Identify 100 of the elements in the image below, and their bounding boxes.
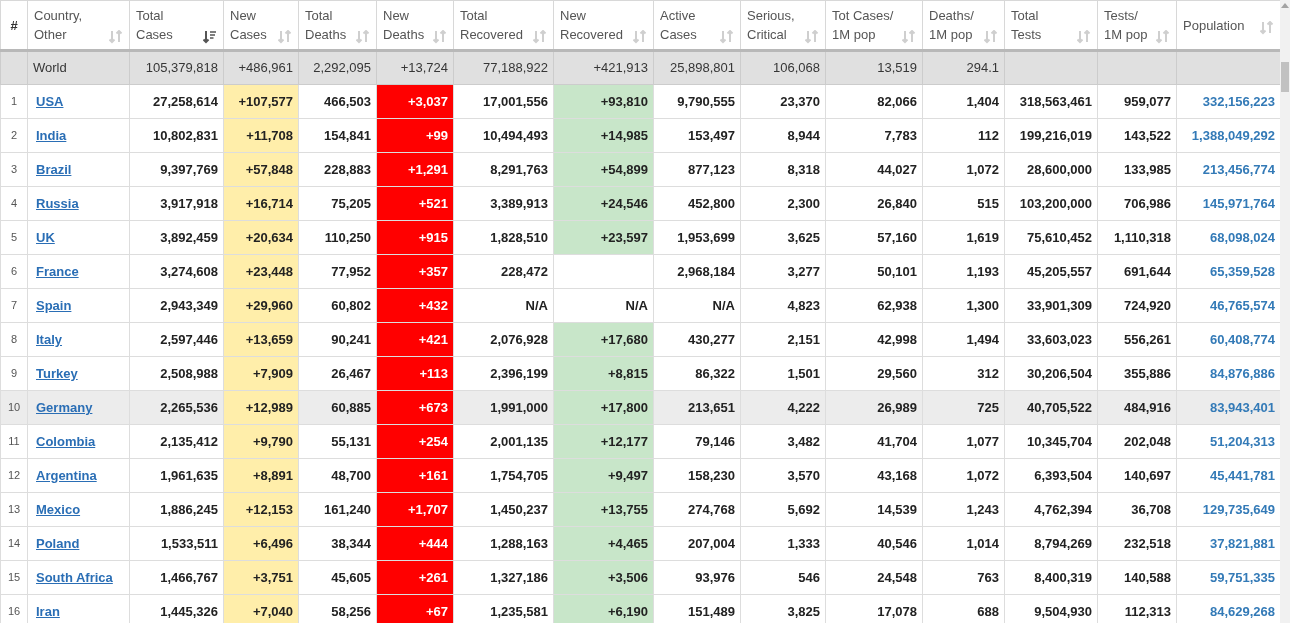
highlighted-cell: +107,577 — [223, 84, 299, 119]
table-cell: 4,823 — [787, 297, 820, 313]
table-cell: 2,943,349 — [160, 297, 218, 313]
table-cell: 10,494,493 — [482, 127, 548, 143]
table-cell: 1,327,186 — [490, 569, 548, 585]
table-cell: 26,467 — [331, 365, 371, 381]
table-cell: 2,076,928 — [490, 331, 548, 347]
highlighted-cell: +13,755 — [553, 492, 654, 527]
table-cell: 3,917,918 — [160, 195, 218, 211]
country-link[interactable]: Iran — [36, 603, 60, 619]
country-link[interactable]: France — [36, 263, 79, 279]
table-cell: 161,240 — [324, 501, 371, 517]
table-cell: 153,497 — [688, 127, 735, 143]
highlighted-cell: +24,546 — [553, 186, 654, 221]
table-cell: 1,991,000 — [490, 399, 548, 415]
table-cell: 1,494 — [966, 331, 999, 347]
table-cell: 82,066 — [877, 93, 917, 109]
table-cell: 45,205,557 — [1026, 263, 1092, 279]
table-cell: 1,300 — [966, 297, 999, 313]
highlighted-cell: +67 — [376, 594, 454, 623]
table-cell: 1,333 — [787, 535, 820, 551]
table-cell: 1,886,245 — [160, 501, 218, 517]
rank-number: 14 — [7, 537, 21, 550]
table-cell: 2,396,199 — [490, 365, 548, 381]
table-cell: 14,539 — [877, 501, 917, 517]
highlighted-cell: +9,497 — [553, 458, 654, 493]
table-cell: 1,450,237 — [490, 501, 548, 517]
table-cell: 93,976 — [695, 569, 735, 585]
table-cell: 2,151 — [787, 331, 820, 347]
table-cell: 228,883 — [324, 161, 371, 177]
table-cell: 86,322 — [695, 365, 735, 381]
table-cell: 60,885 — [331, 399, 371, 415]
table-cell: 33,901,309 — [1026, 297, 1092, 313]
table-cell: 452,800 — [688, 195, 735, 211]
population-value: 65,359,528 — [1209, 263, 1275, 279]
scroll-up-icon[interactable] — [1281, 2, 1289, 8]
table-cell: 3,274,608 — [160, 263, 218, 279]
population-value: 83,943,401 — [1209, 399, 1275, 415]
highlighted-cell: +673 — [376, 390, 454, 425]
table-cell: 959,077 — [1124, 93, 1171, 109]
table-cell: 515 — [977, 195, 999, 211]
country-link[interactable]: Brazil — [36, 161, 72, 177]
population-value: 60,408,774 — [1209, 331, 1275, 347]
table-cell: 62,938 — [877, 297, 917, 313]
table-cell: 312 — [977, 365, 999, 381]
rank-number: 2 — [10, 129, 18, 142]
country-link[interactable]: Russia — [36, 195, 79, 211]
world-total-value: 2,292,095 — [313, 60, 371, 76]
table-cell: 10,345,704 — [1026, 433, 1092, 449]
highlighted-cell: +3,037 — [376, 84, 454, 119]
table-cell: 1,110,318 — [1113, 229, 1171, 245]
country-link[interactable]: Mexico — [36, 501, 81, 517]
scrollbar[interactable] — [1280, 0, 1290, 623]
table-cell: 36,708 — [1131, 501, 1171, 517]
highlighted-cell: +54,899 — [553, 152, 654, 187]
table-cell: 29,560 — [877, 365, 917, 381]
rank-number: 11 — [8, 435, 20, 448]
table-cell: 274,768 — [688, 501, 735, 517]
country-link[interactable]: Poland — [36, 535, 80, 551]
world-total-value: +421,913 — [593, 60, 648, 76]
table-cell: 26,989 — [877, 399, 917, 415]
highlighted-cell: +444 — [376, 526, 454, 561]
country-link[interactable]: Turkey — [36, 365, 78, 381]
table-cell: 140,697 — [1124, 467, 1171, 483]
population-value: 46,765,574 — [1209, 297, 1275, 313]
scrollbar-thumb[interactable] — [1281, 62, 1289, 92]
country-link[interactable]: Spain — [36, 297, 72, 313]
table-cell: 318,563,461 — [1019, 93, 1092, 109]
table-cell: 110,250 — [324, 229, 371, 245]
table-cell: 546 — [798, 569, 820, 585]
table-cell: 3,482 — [787, 433, 820, 449]
highlighted-cell: +6,190 — [553, 594, 654, 623]
country-link[interactable]: UK — [36, 229, 55, 245]
highlighted-cell: +1,291 — [376, 152, 454, 187]
world-total-value: 13,519 — [877, 60, 917, 76]
table-cell: 199,216,019 — [1019, 127, 1092, 143]
table-cell: 140,588 — [1124, 569, 1171, 585]
highlighted-cell: +1,707 — [376, 492, 454, 527]
table-cell: 5,692 — [787, 501, 820, 517]
table-cell: 1,533,511 — [160, 535, 218, 551]
highlighted-cell: +9,790 — [223, 424, 299, 459]
table-cell: 706,986 — [1124, 195, 1171, 211]
table-cell: 75,610,452 — [1026, 229, 1092, 245]
table-cell: 763 — [977, 569, 999, 585]
table-cell: 103,200,000 — [1019, 195, 1092, 211]
table-cell: 28,600,000 — [1026, 161, 1092, 177]
table-cell: 1,501 — [787, 365, 820, 381]
country-link[interactable]: USA — [36, 93, 64, 109]
table-cell: 2,597,446 — [160, 331, 218, 347]
rank-number: 3 — [10, 163, 18, 176]
country-link[interactable]: India — [36, 127, 67, 143]
table-cell: 2,001,135 — [490, 433, 548, 449]
country-link[interactable]: Italy — [36, 331, 62, 347]
table-cell: 2,508,988 — [160, 365, 218, 381]
highlighted-cell: +432 — [376, 288, 454, 323]
table-cell: 556,261 — [1124, 331, 1171, 347]
highlighted-cell: +915 — [376, 220, 454, 255]
table-cell: 133,985 — [1124, 161, 1171, 177]
table-cell: 1,445,326 — [160, 603, 218, 619]
world-total-value: 294.1 — [966, 60, 999, 76]
